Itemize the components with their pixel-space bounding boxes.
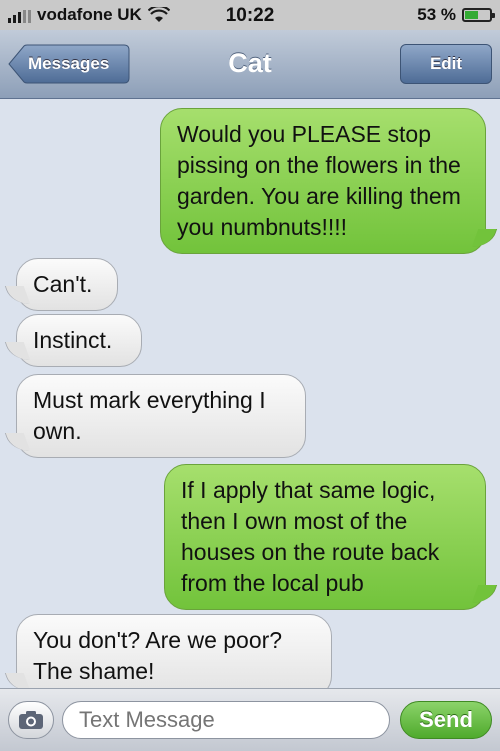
nav-bar: Messages Cat Edit	[0, 30, 500, 99]
message-bubble-outgoing[interactable]: Would you PLEASE stop pissing on the flo…	[160, 108, 486, 254]
message-bubble-incoming[interactable]: Instinct.	[16, 314, 142, 367]
camera-icon	[19, 711, 43, 729]
message-bubble-incoming[interactable]: Must mark everything I own.	[16, 374, 306, 458]
message-thread[interactable]: Would you PLEASE stop pissing on the flo…	[0, 98, 500, 698]
battery-icon	[462, 8, 495, 22]
camera-button[interactable]	[8, 701, 54, 739]
send-button[interactable]: Send	[400, 701, 492, 739]
message-input[interactable]	[62, 701, 390, 739]
message-bubble-outgoing[interactable]: If I apply that same logic, then I own m…	[164, 464, 486, 610]
edit-button[interactable]: Edit	[400, 44, 492, 84]
composer-bar: Send	[0, 688, 500, 751]
battery-percent: 53 %	[417, 5, 456, 24]
status-bar: vodafone UK 10:22 53 %	[0, 0, 500, 30]
status-right: 53 %	[417, 5, 495, 25]
message-bubble-incoming[interactable]: Can't.	[16, 258, 118, 311]
battery-fill	[465, 11, 478, 19]
message-bubble-incoming[interactable]: You don't? Are we poor? The shame!	[16, 614, 332, 698]
